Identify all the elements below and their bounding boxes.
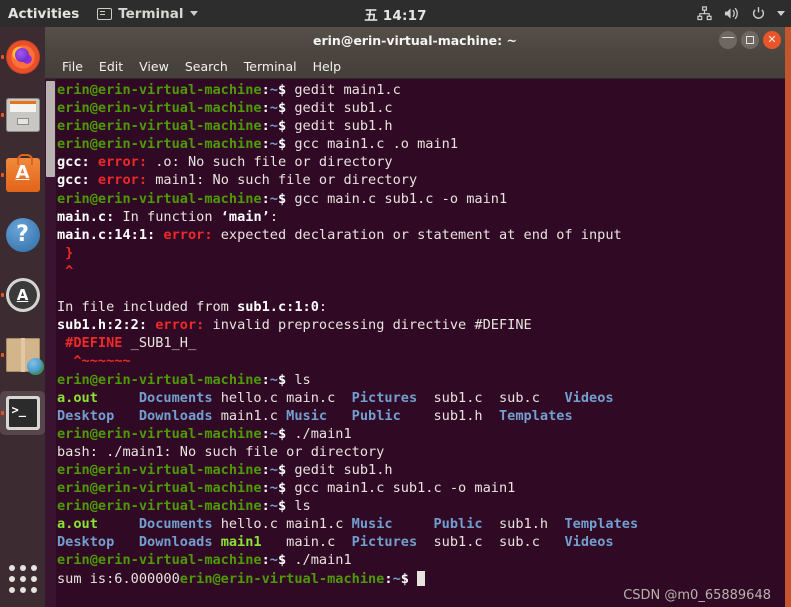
terminal-line: #DEFINE _SUB1_H_ [57,335,197,352]
window-controls: — ✕ [719,31,781,49]
volume-icon[interactable] [723,6,740,21]
terminal-line: a.out Documents hello.c main.c Pictures … [57,389,614,406]
terminal-line: gcc: error: main1: No such file or direc… [57,172,418,189]
power-icon[interactable] [751,6,766,21]
terminal-line: a.out Documents hello.c main1.c Music Pu… [57,516,639,533]
terminal-line: } [57,244,74,261]
dock-item-files[interactable] [0,91,45,139]
terminal-line: erin@erin-virtual-machine:~$ ls [57,371,311,388]
menu-item-edit[interactable]: Edit [91,59,131,74]
software-updater-icon: A [5,278,40,312]
terminal-line: ^~~~~~~ [57,353,131,370]
running-indicator [1,113,4,117]
files-icon [5,98,40,132]
gnome-top-bar: Activities Terminal 五 14:17 [0,0,791,27]
terminal-window: erin@erin-virtual-machine: ~ — ✕ File Ed… [45,27,791,607]
terminal-line: erin@erin-virtual-machine:~$ ./main1 [57,552,352,569]
terminal-line: erin@erin-virtual-machine:~$ ./main1 [57,425,352,442]
dock: ? A [0,27,45,607]
help-icon: ? [5,218,40,252]
terminal-line: main.c:14:1: error: expected declaration… [57,226,622,243]
ubuntu-software-icon [5,154,40,192]
chevron-down-icon[interactable] [777,11,785,16]
terminal-viewport[interactable]: erin@erin-virtual-machine:~$ gedit main1… [45,79,785,607]
window-title: erin@erin-virtual-machine: ~ [313,33,517,48]
menu-item-search[interactable]: Search [177,59,236,74]
dock-item-amazon[interactable] [0,331,45,379]
terminal-output[interactable]: erin@erin-virtual-machine:~$ gedit main1… [56,81,785,607]
show-applications-button[interactable] [0,556,45,601]
menu-bar: File Edit View Search Terminal Help [45,54,785,79]
scrollbar-thumb[interactable] [46,81,55,177]
terminal-line: erin@erin-virtual-machine:~$ gedit sub1.… [57,461,393,478]
terminal-line: erin@erin-virtual-machine:~$ gedit sub1.… [57,100,393,117]
running-indicator [1,353,4,357]
menu-item-help[interactable]: Help [305,59,350,74]
text-cursor [417,570,426,586]
running-indicator [1,173,4,177]
window-titlebar[interactable]: erin@erin-virtual-machine: ~ — ✕ [45,27,785,54]
terminal-line: In file included from sub1.c:1:0: [57,299,328,316]
minimize-button[interactable]: — [719,31,737,49]
menu-item-file[interactable]: File [54,59,91,74]
terminal-line: gcc: error: .o: No such file or director… [57,154,393,171]
close-button[interactable]: ✕ [763,31,781,49]
terminal-line: erin@erin-virtual-machine:~$ gedit main1… [57,82,401,98]
terminal-line: erin@erin-virtual-machine:~$ gedit sub1.… [57,118,393,135]
terminal-line: sub1.h:2:2: error: invalid preprocessing… [57,317,532,334]
dock-item-terminal[interactable] [0,389,45,437]
firefox-icon [5,40,40,74]
terminal-line: Desktop Downloads main1.c Music Public s… [57,407,573,424]
menu-item-view[interactable]: View [131,59,177,74]
dock-item-ubuntu-software[interactable] [0,151,45,199]
maximize-button[interactable] [741,31,759,49]
terminal-line: bash: ./main1: No such file or directory [57,443,385,460]
terminal-line: main.c: In function ‘main’: [57,208,278,225]
dock-item-help[interactable]: ? [0,211,45,259]
terminal-line: erin@erin-virtual-machine:~$ ls [57,498,311,515]
terminal-line: ^ [57,262,74,279]
terminal-icon [5,396,40,430]
network-icon[interactable] [697,6,712,21]
dock-item-firefox[interactable] [0,33,45,81]
menu-item-terminal[interactable]: Terminal [236,59,305,74]
clock[interactable]: 五 14:17 [0,4,791,24]
dock-item-software-updater[interactable]: A [0,271,45,319]
running-indicator [1,411,4,415]
terminal-line: Desktop Downloads main1 main.c Pictures … [57,534,614,551]
grid-icon [8,564,37,593]
terminal-line: erin@erin-virtual-machine:~$ gcc main1.c… [57,480,516,497]
watermark: CSDN @m0_65889648 [623,588,771,603]
running-indicator [1,55,4,59]
terminal-line: sum is:6.000000erin@erin-virtual-machine… [57,570,785,588]
amazon-icon [5,338,44,375]
status-icons [697,6,785,21]
terminal-line: erin@erin-virtual-machine:~$ gcc main.c … [57,190,508,207]
scrollbar[interactable] [45,79,56,607]
terminal-line: erin@erin-virtual-machine:~$ gcc main1.c… [57,136,459,153]
screen: Activities Terminal 五 14:17 A ? A >_ eri… [0,0,791,607]
running-indicator [1,293,4,297]
